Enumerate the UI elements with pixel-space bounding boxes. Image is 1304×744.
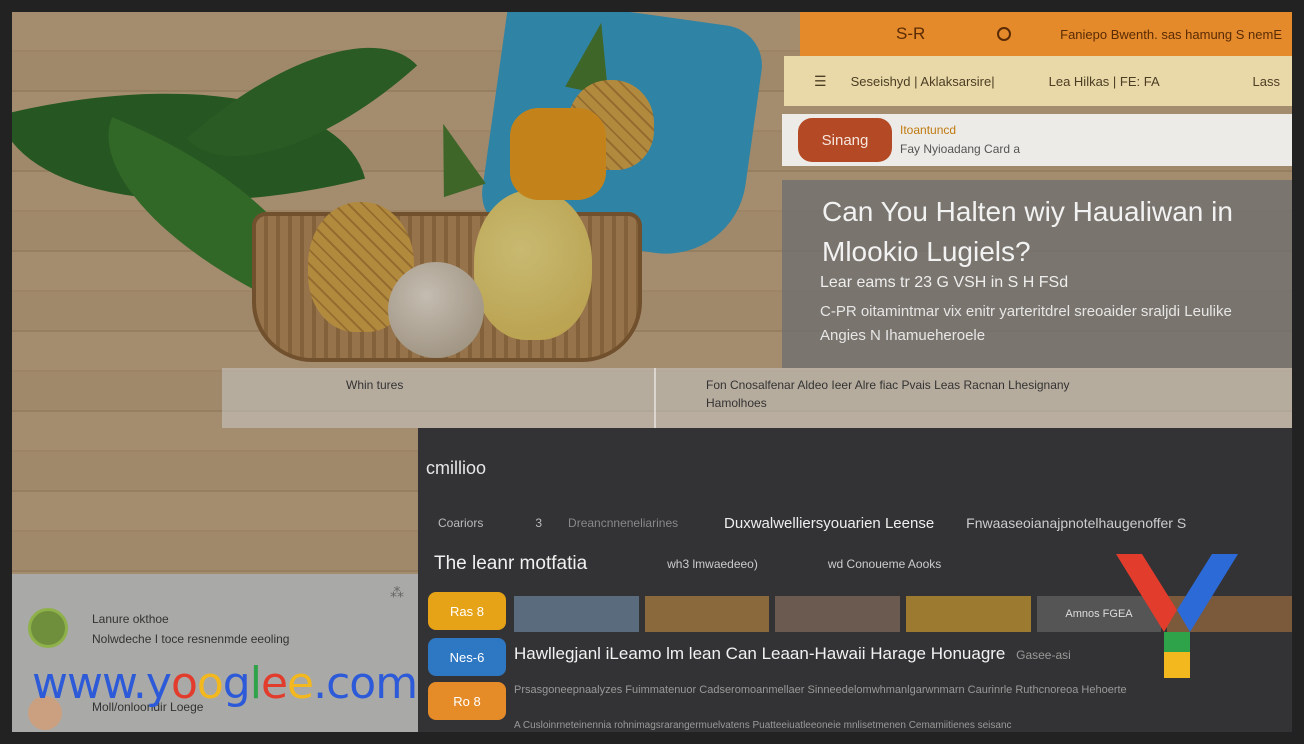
- info-strip: Whin tures Fon Cnosalfenar Aldeo Ieer Al…: [222, 368, 1292, 428]
- panel-tabs: Coariors 3 Dreancnneneliarineseetel Duxw…: [418, 508, 1292, 538]
- search-row: Sinang Itoantuncd Fay Nyioadang Card a: [782, 114, 1292, 166]
- thumbnail[interactable]: [906, 596, 1031, 632]
- watermark-text: www.yooglee.com: [32, 658, 418, 709]
- panel-row-5: Prsasgoneepnaalyzes Fuimmatenuor Cadsero…: [514, 684, 1127, 696]
- wm-part: e: [287, 658, 314, 709]
- page-frame: S-R Faniepo Bwenth. sas hamung S nemE ☰ …: [12, 12, 1292, 732]
- panel-title: The leanr motfatia: [434, 553, 588, 574]
- strip-line1: Fon Cnosalfenar Aldeo Ieer Alre fiac Pva…: [706, 378, 1070, 392]
- search-info-line1: Itoantuncd: [900, 123, 957, 137]
- thumbnail[interactable]: [514, 596, 639, 632]
- headline-link[interactable]: Hawllegjanl iLeamo lm lean Can Leaan-Haw…: [514, 644, 1071, 664]
- nav-bar: ☰ Seseishyd | Aklaksarsire| Lea Hilkas |…: [784, 56, 1292, 106]
- search-info: Itoantuncd Fay Nyioadang Card a: [900, 121, 1020, 159]
- circle-icon[interactable]: [997, 27, 1012, 41]
- tab-1[interactable]: 3: [535, 516, 542, 530]
- tab-2[interactable]: Dreancnneneliarineseetel: [568, 516, 678, 530]
- strip-right-text: Fon Cnosalfenar Aldeo Ieer Alre fiac Pva…: [706, 376, 1266, 412]
- wm-part: g: [222, 658, 251, 709]
- tab-4[interactable]: Fnwaaseoianajpnotelhaugenoffer S: [966, 515, 1186, 531]
- search-info-line2: Fay Nyioadang Card a: [900, 142, 1021, 156]
- nav-item-2[interactable]: Lea Hilkas | FE: FA: [1049, 74, 1160, 89]
- tab-0[interactable]: Coariors: [438, 516, 483, 530]
- card-line-1: Lanure okthoe: [92, 612, 169, 626]
- hero-description: C-PR oitamintmar vix enitr yarteritdrel …: [820, 303, 1232, 344]
- search-button[interactable]: Sinang: [798, 118, 892, 162]
- headline-tail: Gasee-asi: [1016, 648, 1071, 662]
- nav-item-3[interactable]: Lass: [1253, 74, 1280, 89]
- hero-title: Can You Halten wiy Haualiwan in Mlookio …: [822, 196, 1233, 267]
- strip-line2: Hamolhoes: [706, 396, 767, 410]
- wm-part: o: [170, 658, 198, 709]
- card-close-icon[interactable]: ⁂: [390, 584, 404, 601]
- panel-meta-2: wd Conoueme Aooks: [827, 557, 942, 571]
- site-logo[interactable]: S-R: [896, 24, 925, 44]
- panel-meta-1: wh3 lmwaedeeo): [667, 557, 758, 571]
- wm-part: www.: [32, 658, 147, 709]
- menu-icon[interactable]: ☰: [814, 73, 827, 90]
- thumbnail[interactable]: [644, 596, 770, 632]
- wm-part: o: [196, 658, 224, 709]
- top-bar: S-R Faniepo Bwenth. sas hamung S nemE: [800, 12, 1292, 56]
- wm-part: e: [260, 658, 288, 709]
- y-logo-icon: [1116, 554, 1238, 678]
- wm-part: l: [249, 658, 262, 709]
- avatar[interactable]: [28, 608, 68, 648]
- wm-part: .com: [313, 658, 418, 709]
- card-line-2: Nolwdeche I toce resnenmde eeoling: [92, 632, 290, 646]
- badge-blue[interactable]: Nes-6: [428, 638, 506, 676]
- badge-orange[interactable]: Ro 8: [428, 682, 506, 720]
- tab-3[interactable]: Duxwalwelliersyouarien Leense: [724, 515, 934, 532]
- headline-text[interactable]: Hawllegjanl iLeamo lm lean Can Leaan-Haw…: [514, 644, 1005, 663]
- panel-row-6: A Cusloinrneteinennia rohnimagsrarangerm…: [514, 720, 1012, 731]
- badge-yellow[interactable]: Ras 8: [428, 592, 506, 630]
- thumbnail[interactable]: [775, 596, 901, 632]
- strip-left-label: Whin tures: [346, 378, 404, 392]
- wm-part: y: [145, 658, 172, 709]
- nav-item-1[interactable]: Seseishyd | Aklaksarsire|: [851, 74, 995, 89]
- panel-brand: cmillioo: [426, 458, 487, 478]
- hero-panel: Can You Halten wiy Haualiwan in Mlookio …: [782, 180, 1292, 368]
- strip-divider: [654, 368, 656, 428]
- hero-subtitle: Lear eams tr 23 G VSH in S H FSd: [820, 274, 1069, 291]
- top-bar-text: Faniepo Bwenth. sas hamung S nemE: [1060, 26, 1282, 42]
